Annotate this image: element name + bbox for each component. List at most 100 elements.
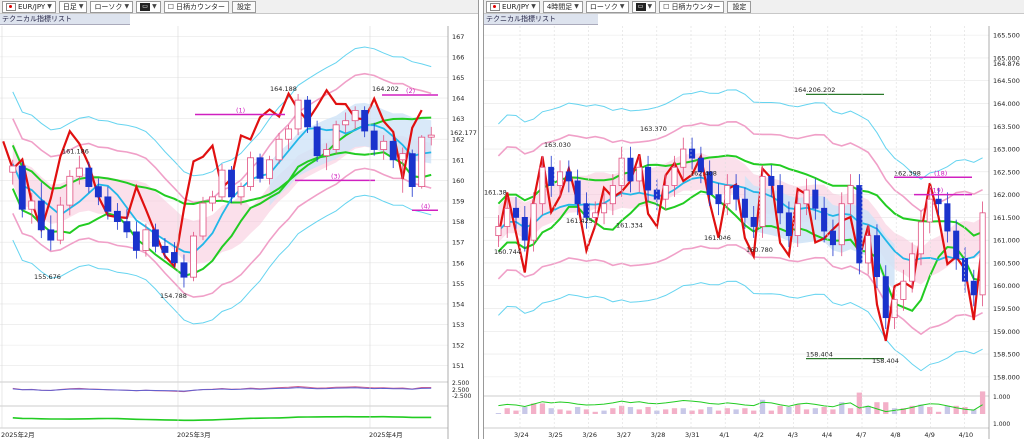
right-y-tick-label: 158.000 — [993, 373, 1020, 381]
left-y-tick-label: 157 — [452, 239, 464, 247]
left-style-select[interactable]: ローソク ▼ — [90, 0, 134, 13]
right-candle-type-select[interactable]: ▭ ▼ — [631, 0, 657, 13]
left-timeframe-label: 日足 — [62, 2, 77, 11]
left-counter-label: 日柄カウンター — [175, 2, 225, 11]
right-candle-bear — [627, 157, 634, 182]
right-counter-label: 日柄カウンター — [671, 2, 721, 11]
left-candle-bear — [94, 186, 102, 198]
right-candle-bear — [812, 189, 819, 209]
right-y-tick-label: 161.000 — [993, 237, 1020, 245]
right-candle-bull — [917, 221, 925, 255]
right-candle-bull — [556, 171, 564, 186]
right-pair-select[interactable]: EUR/JPY ▼ — [486, 0, 540, 13]
right-annotation-h5: 162.398 — [894, 169, 921, 177]
right-style-select[interactable]: ローソク ▼ — [585, 0, 629, 13]
right-y-tick-label: 163.000 — [993, 146, 1020, 154]
left-candle-bear — [132, 231, 140, 251]
right-annotation-l7: 158.404 — [872, 357, 899, 365]
left-candle-bear — [361, 110, 369, 132]
right-annotation-l6: 158.404 — [806, 350, 833, 358]
right-candle-bear — [873, 235, 880, 278]
right-settings-button[interactable]: 設定 — [727, 0, 752, 13]
chevron-down-icon: ▼ — [78, 2, 84, 10]
left-candle-bear — [151, 229, 159, 247]
right-candle-bull — [926, 198, 933, 223]
chevron-down-icon: ▼ — [152, 2, 157, 10]
right-tech-list-bar[interactable]: テクニカル指標リスト — [484, 14, 598, 25]
right-osc-bar — [795, 404, 801, 414]
right-osc-bar — [707, 407, 713, 414]
right-annotation-h1: 163.030 — [544, 141, 571, 149]
right-osc-bar — [557, 409, 563, 414]
left-annotation-high1: 164.188 — [270, 85, 297, 93]
right-osc-bar — [698, 409, 704, 414]
right-candle-bull — [592, 212, 599, 218]
right-x-tick-label: 4/10 — [959, 431, 974, 439]
right-osc-bar — [671, 408, 678, 414]
left-timeframe-select[interactable]: 日足 ▼ — [58, 0, 88, 13]
right-candle-bear — [565, 171, 572, 182]
left-candle-bear — [161, 245, 169, 253]
right-osc-bar — [539, 403, 546, 414]
left-level-label: (4) — [421, 202, 430, 210]
right-candle-bear — [574, 180, 581, 205]
left-annotation-high2: 164.202 — [372, 85, 399, 93]
left-candle-bull — [66, 175, 74, 206]
left-candle-bull — [237, 186, 245, 198]
right-annotation-l3: 161.046 — [704, 234, 731, 242]
right-osc-bar — [830, 409, 836, 414]
right-candle-bear — [715, 194, 722, 205]
left-candle-type-select[interactable]: ▭ ▼ — [136, 0, 161, 13]
right-candle-bear — [548, 166, 555, 186]
left-counter-toggle[interactable]: ☐ 日柄カウンター — [163, 0, 229, 13]
left-annotation-low1: 155.676 — [34, 273, 61, 281]
left-y-tick-label: 151 — [452, 362, 464, 370]
right-candle-bear — [733, 185, 740, 200]
right-osc-bar — [610, 408, 616, 414]
left-candle-bear — [389, 140, 397, 161]
right-osc-bar — [786, 407, 792, 414]
left-candle-bull — [247, 157, 254, 187]
right-candle-bull — [601, 203, 608, 214]
right-candle-bull — [979, 212, 986, 296]
left-candle-bear — [180, 262, 188, 278]
left-candle-bear — [370, 130, 378, 150]
chevron-down-icon: ▼ — [124, 2, 130, 10]
right-candle-bear — [645, 166, 652, 191]
right-osc-bar — [768, 410, 774, 414]
left-osc-label: 2.500 — [452, 380, 469, 387]
left-candle-bull — [142, 229, 150, 251]
left-y-tick-label: 153 — [452, 321, 464, 329]
right-x-tick-label: 4/1 — [719, 431, 729, 439]
left-settings-button[interactable]: 設定 — [231, 0, 256, 13]
right-chart-panel: EUR/JPY ▼ 4時間足 ▼ ローソク ▼ ▭ ▼ ☐ 日柄カウンター 設定… — [483, 0, 1024, 439]
right-chart-canvas[interactable]: 165.500165.000164.500164.000163.500163.0… — [484, 26, 1024, 439]
chevron-down-icon: ▼ — [619, 2, 625, 10]
left-candle-bull — [209, 196, 216, 204]
right-x-tick-label: 4/4 — [822, 431, 832, 439]
chevron-down-icon: ▼ — [574, 2, 579, 10]
right-timeframe-select[interactable]: 4時間足 ▼ — [542, 0, 583, 13]
right-candle-bear — [777, 185, 784, 214]
right-candle-bull — [680, 148, 687, 168]
right-x-tick-label: 4/2 — [753, 431, 763, 439]
left-level-label: (2) — [406, 87, 415, 95]
right-counter-toggle[interactable]: ☐ 日柄カウンター — [659, 0, 725, 13]
left-chart-canvas[interactable]: 1671661651641631621611601591581571561551… — [0, 26, 478, 439]
left-style-label: ローソク — [94, 2, 123, 11]
right-y-tick-label: 164.500 — [993, 77, 1020, 85]
right-y-tick-label: 162.000 — [993, 191, 1020, 199]
right-x-tick-label: 3/27 — [617, 431, 632, 439]
right-x-tick-label: 4/7 — [856, 431, 866, 439]
left-candle-bull — [75, 167, 83, 177]
left-tech-list-bar[interactable]: テクニカル指標リスト — [0, 14, 130, 25]
right-annotation-l4: 160.744 — [494, 248, 521, 256]
left-x-tick-label: 2025年3月 — [177, 430, 211, 439]
left-level-label: (1) — [236, 107, 245, 115]
right-osc-bar — [522, 407, 528, 414]
right-level-label: (19) — [930, 187, 943, 195]
left-pair-select[interactable]: EUR/JPY ▼ — [2, 0, 56, 13]
right-osc-bar — [935, 411, 942, 414]
right-candle-bear — [785, 212, 792, 237]
right-osc-bar — [513, 410, 519, 414]
